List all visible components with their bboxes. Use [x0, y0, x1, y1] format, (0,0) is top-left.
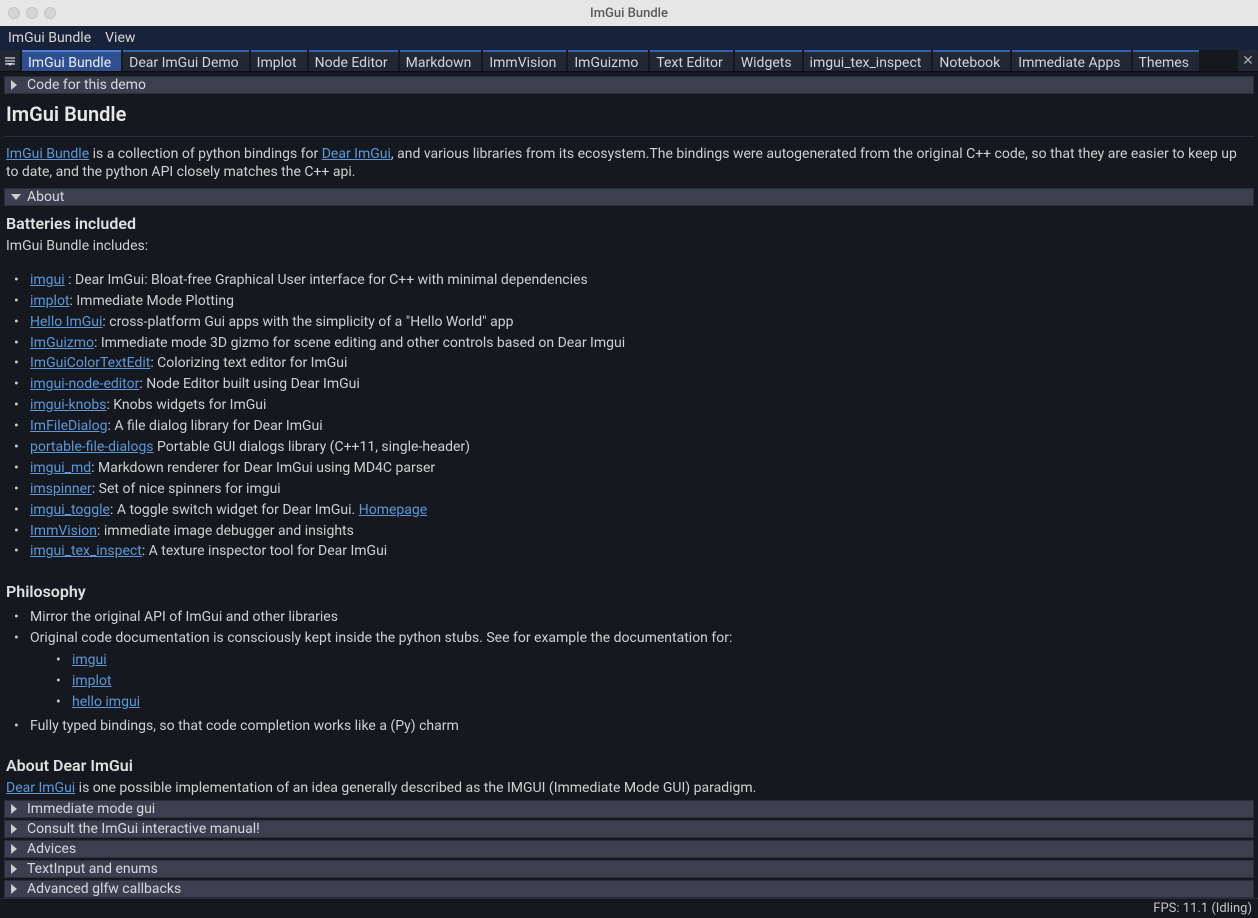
library-link[interactable]: imgui_md — [30, 460, 91, 476]
list-item: Hello ImGui: cross-platform Gui apps wit… — [14, 312, 1254, 333]
tab-immvision[interactable]: ImmVision — [483, 50, 566, 71]
library-link[interactable]: imspinner — [30, 481, 92, 497]
library-link[interactable]: implot — [30, 293, 70, 309]
menubar: ImGui Bundle View — [0, 26, 1258, 50]
tab-dear-imgui-demo[interactable]: Dear ImGui Demo — [123, 50, 249, 71]
tab-markdown[interactable]: Markdown — [400, 50, 482, 71]
batteries-heading: Batteries included — [6, 214, 1254, 233]
link-imgui-bundle[interactable]: ImGui Bundle — [6, 146, 89, 162]
tab-implot[interactable]: Implot — [251, 50, 307, 71]
philosophy-sublist: imgui implot hello imgui — [30, 648, 1254, 715]
tab-imguizmo[interactable]: ImGuizmo — [568, 50, 648, 71]
collapser-immediate-mode-gui[interactable]: Immediate mode gui — [4, 800, 1254, 818]
batteries-intro: ImGui Bundle includes: — [4, 237, 1254, 256]
list-item: Mirror the original API of ImGui and oth… — [14, 607, 1254, 628]
library-link[interactable]: imgui — [30, 272, 65, 288]
list-item: Original code documentation is conscious… — [14, 628, 1254, 716]
list-item: ImGuizmo: Immediate mode 3D gizmo for sc… — [14, 333, 1254, 354]
collapser-about[interactable]: About — [4, 188, 1254, 206]
chevron-right-icon — [11, 824, 21, 834]
chevron-right-icon — [11, 864, 21, 874]
menu-imgui-bundle[interactable]: ImGui Bundle — [8, 30, 91, 46]
library-homepage-link[interactable]: Homepage — [359, 502, 427, 518]
library-link[interactable]: ImGuiColorTextEdit — [30, 355, 150, 371]
list-item: portable-file-dialogs Portable GUI dialo… — [14, 437, 1254, 458]
philosophy-heading: Philosophy — [6, 582, 1254, 601]
link-imgui-doc[interactable]: imgui — [72, 652, 107, 668]
library-link[interactable]: portable-file-dialogs — [30, 439, 154, 455]
divider — [4, 136, 1254, 137]
link-implot-doc[interactable]: implot — [72, 673, 112, 689]
link-dear-imgui-2[interactable]: Dear ImGui — [6, 780, 75, 796]
philosophy-list: Mirror the original API of ImGui and oth… — [4, 605, 1254, 738]
tabbar: ImGui Bundle Dear ImGui Demo Implot Node… — [0, 50, 1258, 72]
page-title: ImGui Bundle — [6, 102, 1254, 126]
library-link[interactable]: ImmVision — [30, 523, 97, 539]
list-item: ImGuiColorTextEdit: Colorizing text edit… — [14, 353, 1254, 374]
tab-close-icon[interactable]: ✕ — [1238, 50, 1258, 71]
list-item: imgui_tex_inspect: A texture inspector t… — [14, 541, 1254, 562]
list-item: ImmVision: immediate image debugger and … — [14, 521, 1254, 542]
list-item: implot — [56, 671, 1254, 692]
collapser-code-for-demo[interactable]: Code for this demo — [4, 76, 1254, 94]
tab-notebook[interactable]: Notebook — [933, 50, 1010, 71]
libraries-list: imgui : Dear ImGui: Bloat-free Graphical… — [4, 268, 1254, 564]
library-link[interactable]: Hello ImGui — [30, 314, 102, 330]
list-item: imgui-knobs: Knobs widgets for ImGui — [14, 395, 1254, 416]
library-link[interactable]: imgui-node-editor — [30, 376, 139, 392]
link-hello-imgui-doc[interactable]: hello imgui — [72, 694, 140, 710]
chevron-right-icon — [11, 844, 21, 854]
chevron-right-icon — [11, 80, 21, 90]
library-link[interactable]: imgui_toggle — [30, 502, 110, 518]
library-link[interactable]: ImFileDialog — [30, 418, 108, 434]
chevron-down-icon — [11, 194, 21, 204]
library-link[interactable]: ImGuizmo — [30, 335, 94, 351]
chevron-right-icon — [11, 804, 21, 814]
chevron-right-icon — [11, 884, 21, 894]
collapser-glfw-callbacks[interactable]: Advanced glfw callbacks — [4, 880, 1254, 898]
fps-status: FPS: 11.1 (Idling) — [1153, 901, 1252, 916]
library-link[interactable]: imgui-knobs — [30, 397, 106, 413]
intro-paragraph: ImGui Bundle is a collection of python b… — [4, 145, 1254, 183]
list-item: imspinner: Set of nice spinners for imgu… — [14, 479, 1254, 500]
collapser-textinput-enums[interactable]: TextInput and enums — [4, 860, 1254, 878]
status-bar: FPS: 11.1 (Idling) — [0, 898, 1258, 918]
collapser-consult-manual[interactable]: Consult the ImGui interactive manual! — [4, 820, 1254, 838]
tab-node-editor[interactable]: Node Editor — [309, 50, 398, 71]
library-link[interactable]: imgui_tex_inspect — [30, 543, 142, 559]
tab-widgets[interactable]: Widgets — [735, 50, 802, 71]
tab-immediate-apps[interactable]: Immediate Apps — [1012, 50, 1130, 71]
window-titlebar: ImGui Bundle — [0, 0, 1258, 26]
list-item: imgui : Dear ImGui: Bloat-free Graphical… — [14, 270, 1254, 291]
tab-imgui-bundle[interactable]: ImGui Bundle — [22, 50, 121, 71]
about-paragraph: Dear ImGui is one possible implementatio… — [4, 779, 1254, 798]
link-dear-imgui[interactable]: Dear ImGui — [322, 146, 391, 162]
collapser-advices[interactable]: Advices — [4, 840, 1254, 858]
list-item: ImFileDialog: A file dialog library for … — [14, 416, 1254, 437]
list-item: imgui — [56, 650, 1254, 671]
tab-text-editor[interactable]: Text Editor — [650, 50, 732, 71]
list-item: implot: Immediate Mode Plotting — [14, 291, 1254, 312]
tab-list-menu-icon[interactable] — [0, 50, 20, 71]
window-title: ImGui Bundle — [0, 6, 1258, 21]
about-dear-imgui-heading: About Dear ImGui — [6, 756, 1254, 775]
tab-imgui-tex-inspect[interactable]: imgui_tex_inspect — [804, 50, 932, 71]
list-item: hello imgui — [56, 692, 1254, 713]
list-item: Fully typed bindings, so that code compl… — [14, 716, 1254, 737]
tab-themes[interactable]: Themes — [1133, 50, 1199, 71]
content-area: Code for this demo ImGui Bundle ImGui Bu… — [0, 72, 1258, 898]
list-item: imgui-node-editor: Node Editor built usi… — [14, 374, 1254, 395]
menu-view[interactable]: View — [105, 30, 135, 46]
list-item: imgui_toggle: A toggle switch widget for… — [14, 500, 1254, 521]
list-item: imgui_md: Markdown renderer for Dear ImG… — [14, 458, 1254, 479]
